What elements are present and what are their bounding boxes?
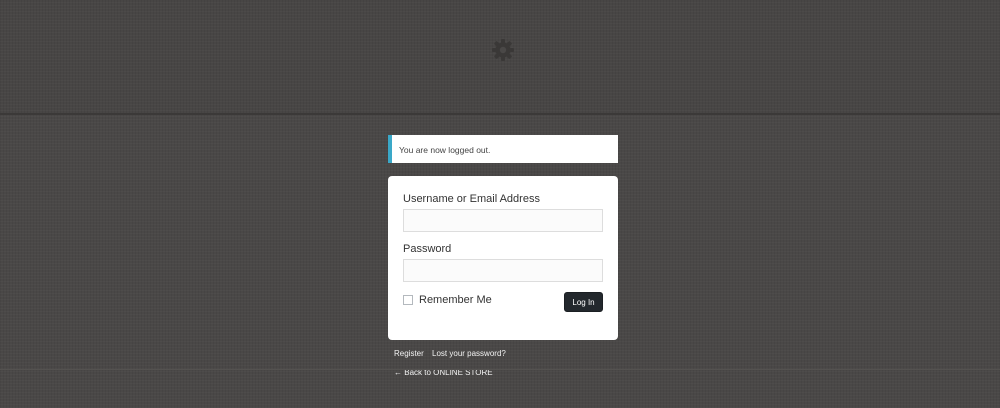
header-band — [0, 0, 1000, 115]
login-form: Username or Email Address Password Remem… — [388, 176, 618, 340]
username-label: Username or Email Address — [403, 193, 540, 205]
register-link[interactable]: Register — [394, 349, 424, 358]
remember-me[interactable]: Remember Me — [403, 293, 492, 307]
remember-me-label: Remember Me — [419, 294, 492, 306]
login-button[interactable]: Log In — [564, 292, 603, 312]
lost-password-link[interactable]: Lost your password? — [432, 349, 506, 358]
gear-icon[interactable] — [491, 38, 515, 62]
footer-divider — [0, 369, 1000, 370]
nav-links: Register Lost your password? — [394, 349, 512, 358]
password-label: Password — [403, 243, 452, 255]
notice-message: You are now logged out. — [399, 145, 491, 155]
remember-me-checkbox[interactable] — [403, 295, 413, 305]
password-input[interactable] — [403, 259, 603, 282]
username-input[interactable] — [403, 209, 603, 232]
logout-notice: You are now logged out. — [388, 135, 618, 163]
